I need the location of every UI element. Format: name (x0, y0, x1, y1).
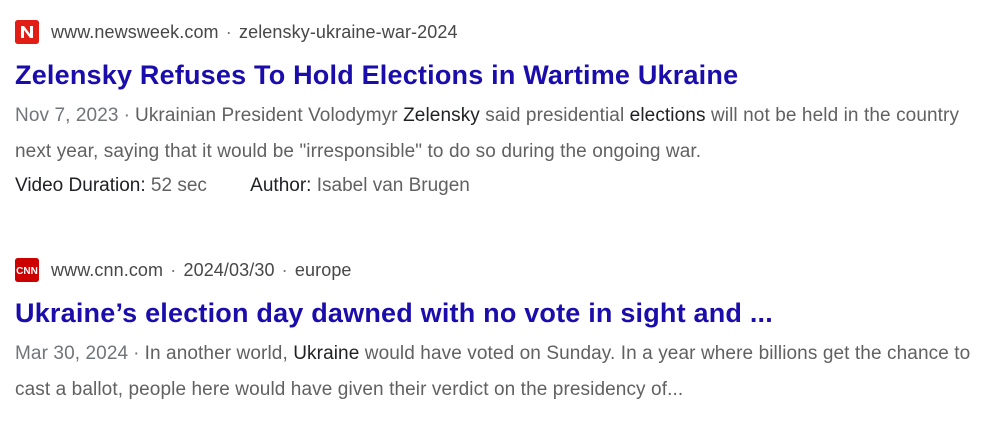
snippet-highlight: Ukraine (293, 343, 360, 364)
result-source[interactable]: CNN www.cnn.com · 2024/03/30 · europe (15, 256, 975, 284)
result-snippet: Mar 30, 2024 · In another world, Ukraine w… (15, 336, 975, 408)
separator: · (123, 105, 130, 126)
snippet-text: In another world, (144, 343, 294, 364)
result-title-link[interactable]: Ukraine’s election day dawned with no vo… (15, 296, 975, 330)
author: Author: Isabel van Brugen (250, 170, 470, 202)
newsweek-icon (15, 20, 39, 44)
result-path: zelensky-ukraine-war-2024 (238, 21, 458, 42)
result-date: Mar 30, 2024 (15, 343, 129, 364)
search-result: www.newsweek.com · zelensky-ukraine-war-… (15, 18, 975, 202)
svg-text:CNN: CNN (16, 266, 38, 277)
snippet-text: said presidential (479, 105, 630, 126)
result-source[interactable]: www.newsweek.com · zelensky-ukraine-war-… (15, 18, 975, 46)
result-meta: Video Duration: 52 sec Author: Isabel va… (15, 170, 975, 202)
result-date: Nov 7, 2023 (15, 105, 119, 126)
separator: · (170, 259, 177, 280)
result-snippet: Nov 7, 2023 · Ukrainian President Volodymy… (15, 98, 975, 170)
meta-label: Video Duration: (15, 175, 146, 196)
separator: · (225, 21, 232, 42)
snippet-highlight: Zelensky (403, 105, 480, 126)
snippet-highlight: elections (629, 105, 706, 126)
meta-label: Author: (250, 175, 312, 196)
snippet-text: Ukrainian President Volodymyr (135, 105, 404, 126)
separator: · (281, 259, 288, 280)
result-domain: www.newsweek.com (51, 21, 219, 42)
separator: · (133, 343, 140, 364)
result-path: 2024/03/30 (183, 259, 275, 280)
result-domain: www.cnn.com (51, 259, 164, 280)
meta-value: Isabel van Brugen (316, 175, 470, 196)
search-result: CNN www.cnn.com · 2024/03/30 · europe Uk… (15, 256, 975, 408)
cnn-icon: CNN (15, 258, 39, 282)
result-path: europe (294, 259, 352, 280)
video-duration: Video Duration: 52 sec (15, 170, 207, 202)
result-title-link[interactable]: Zelensky Refuses To Hold Elections in Wa… (15, 58, 975, 92)
meta-value: 52 sec (150, 175, 207, 196)
